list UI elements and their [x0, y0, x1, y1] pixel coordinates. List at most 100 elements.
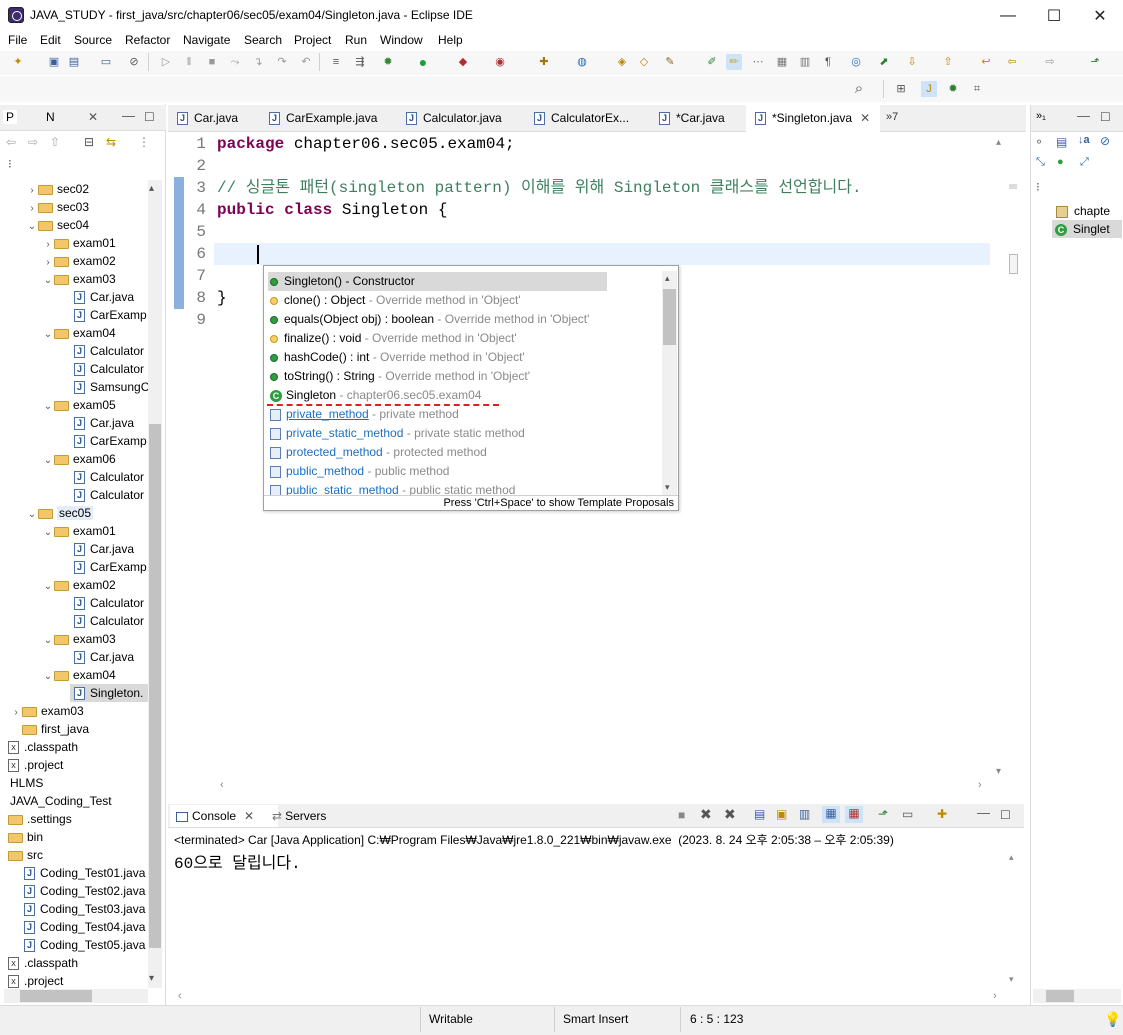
- forward-icon[interactable]: ⇨: [1042, 54, 1058, 70]
- tree-item-selected[interactable]: J Singleton.: [70, 684, 148, 702]
- tree-item[interactable]: x .classpath: [8, 738, 78, 756]
- proposal-item[interactable]: equals(Object obj) : boolean - Override …: [270, 310, 589, 329]
- tree-item[interactable]: › exam03: [10, 702, 83, 720]
- use-step-filters-icon[interactable]: ≡: [328, 54, 344, 70]
- menu-file[interactable]: File: [8, 33, 27, 47]
- globe-icon[interactable]: ◎: [848, 54, 864, 70]
- tree-item[interactable]: ⌄ exam04: [42, 324, 116, 342]
- hide-local-types-icon[interactable]: ⤡: [1036, 156, 1045, 169]
- menu-search[interactable]: Search: [244, 33, 282, 47]
- display-console-icon[interactable]: ▭: [902, 807, 913, 821]
- tree-item[interactable]: › exam01: [42, 234, 115, 252]
- close-icon[interactable]: ✕: [860, 111, 870, 125]
- tree-item[interactable]: ⌄ sec05: [26, 504, 94, 522]
- proposal-item[interactable]: toString() : String - Override method in…: [270, 367, 530, 386]
- coverage-run-icon[interactable]: ◆: [455, 54, 471, 70]
- tab-calculator-java[interactable]: J Calculator.java: [397, 105, 512, 132]
- mark-occurrences-icon[interactable]: ✏: [726, 54, 742, 70]
- minimize-view-icon[interactable]: —: [122, 108, 135, 123]
- terminate-icon[interactable]: ■: [204, 54, 220, 70]
- tree-item[interactable]: J Coding_Test03.java: [24, 900, 145, 918]
- menu-source[interactable]: Source: [74, 33, 112, 47]
- show-whitespace-icon[interactable]: ▥: [797, 54, 813, 70]
- menu-edit[interactable]: Edit: [40, 33, 61, 47]
- show-on-stdout-icon[interactable]: ▦: [822, 806, 840, 823]
- scroll-down-icon[interactable]: ▾: [1009, 974, 1014, 985]
- tree-item[interactable]: › sec03: [26, 198, 89, 216]
- tab-calculatorexample-java[interactable]: J CalculatorEx...: [525, 105, 645, 132]
- new-class-icon[interactable]: ◍: [574, 54, 590, 70]
- scroll-left-icon[interactable]: ‹: [220, 779, 224, 791]
- link-outline-icon[interactable]: ⤢: [1080, 156, 1089, 169]
- tree-item[interactable]: bin: [8, 828, 43, 846]
- tree-item[interactable]: J Calculator: [74, 594, 144, 612]
- status-insert-mode[interactable]: Smart Insert: [563, 1012, 628, 1026]
- explorer-scroll-thumb[interactable]: [149, 424, 161, 948]
- scroll-up-icon[interactable]: ▴: [149, 183, 154, 194]
- block-selection-icon[interactable]: ⋯: [750, 54, 766, 70]
- tree-item[interactable]: J Car.java: [74, 288, 134, 306]
- proposal-scroll-thumb[interactable]: [663, 289, 676, 345]
- hide-nonpublic-icon[interactable]: ⊘: [1100, 134, 1110, 148]
- word-wrap-icon[interactable]: ▥: [799, 807, 810, 821]
- scroll-down-icon[interactable]: ▾: [149, 973, 154, 984]
- tree-item[interactable]: .settings: [8, 810, 72, 828]
- tree-item[interactable]: ⌄ exam01: [42, 522, 116, 540]
- editor-horizontal-scrollbar[interactable]: [216, 780, 990, 794]
- tab-package-explorer[interactable]: P: [3, 110, 18, 124]
- next-annotation-icon[interactable]: ⇩: [904, 54, 920, 70]
- tree-item[interactable]: JAVA_Coding_Test: [10, 792, 112, 810]
- search-icon[interactable]: ⌕: [851, 81, 867, 97]
- clear-console-icon[interactable]: ▤: [754, 807, 765, 821]
- scroll-up-icon[interactable]: ▴: [1009, 852, 1014, 863]
- scroll-up-icon[interactable]: ▴: [665, 273, 670, 284]
- tree-item[interactable]: › sec02: [26, 180, 89, 198]
- pin-console-icon[interactable]: ⬏: [878, 807, 888, 821]
- proposal-item[interactable]: public_static_method - public static met…: [270, 481, 515, 495]
- scroll-down-icon[interactable]: ▾: [996, 766, 1001, 777]
- step-return-icon[interactable]: ↶: [298, 54, 314, 70]
- tree-item[interactable]: ⌄ exam04: [42, 666, 116, 684]
- tree-item[interactable]: ⌄ sec04: [26, 216, 89, 234]
- coverage-icon[interactable]: ⇶: [352, 54, 368, 70]
- link-editor-icon[interactable]: ⇆: [106, 135, 116, 149]
- back-nav-icon[interactable]: ⇦: [6, 135, 16, 149]
- tree-item[interactable]: first_java: [22, 720, 89, 738]
- proposal-item[interactable]: protected_method - protected method: [270, 443, 487, 462]
- java-perspective-icon[interactable]: J: [921, 81, 937, 97]
- save-all-icon[interactable]: ▤: [66, 54, 82, 70]
- pin-editor-icon[interactable]: ⬏: [1087, 54, 1103, 70]
- new-icon[interactable]: ✦: [10, 54, 26, 70]
- tree-item[interactable]: J SamsungC: [74, 378, 149, 396]
- collapse-all-icon[interactable]: ⊟: [84, 135, 94, 149]
- open-type-icon[interactable]: ◈: [614, 54, 630, 70]
- explorer-hscroll-thumb[interactable]: [20, 990, 92, 1002]
- maximize-button[interactable]: ☐: [1031, 0, 1077, 31]
- open-console-icon[interactable]: ✚: [937, 807, 947, 821]
- annotation-icon[interactable]: ✐: [704, 54, 720, 70]
- terminate-console-icon[interactable]: ■: [678, 808, 685, 822]
- tab-servers[interactable]: ⇄ Servers: [272, 809, 326, 823]
- tab-carexample-java[interactable]: J CarExample.java: [260, 105, 380, 132]
- proposal-item[interactable]: private_static_method - private static m…: [270, 424, 525, 443]
- debug-icon[interactable]: ✹: [380, 54, 396, 70]
- open-perspective-icon[interactable]: ⊞: [893, 81, 909, 97]
- hide-fields-icon[interactable]: ⚬: [1034, 135, 1044, 149]
- tree-item[interactable]: J Calculator: [74, 612, 144, 630]
- tab-navigator[interactable]: N: [46, 110, 55, 124]
- close-icon[interactable]: ✕: [88, 110, 98, 124]
- remove-launch-icon[interactable]: ✖: [700, 806, 712, 823]
- tree-item[interactable]: J Coding_Test05.java: [24, 936, 145, 954]
- tree-item[interactable]: ⌄ exam03: [42, 630, 116, 648]
- search-toolbar-icon[interactable]: ✎: [662, 54, 678, 70]
- run-icon[interactable]: ●: [415, 54, 431, 70]
- tree-item[interactable]: ⌄ exam06: [42, 450, 116, 468]
- step-into-icon[interactable]: ↴: [250, 54, 266, 70]
- save-icon[interactable]: ▣: [46, 54, 62, 70]
- minimize-view-icon[interactable]: —: [977, 805, 990, 820]
- back-icon[interactable]: ⇦: [1004, 54, 1020, 70]
- view-menu-icon[interactable]: ⋮: [138, 135, 150, 149]
- maximize-view-icon[interactable]: ☐: [1000, 808, 1011, 822]
- lightbulb-icon[interactable]: 💡: [1104, 1011, 1121, 1028]
- tab-car-java-modified[interactable]: J *Car.java: [650, 105, 740, 132]
